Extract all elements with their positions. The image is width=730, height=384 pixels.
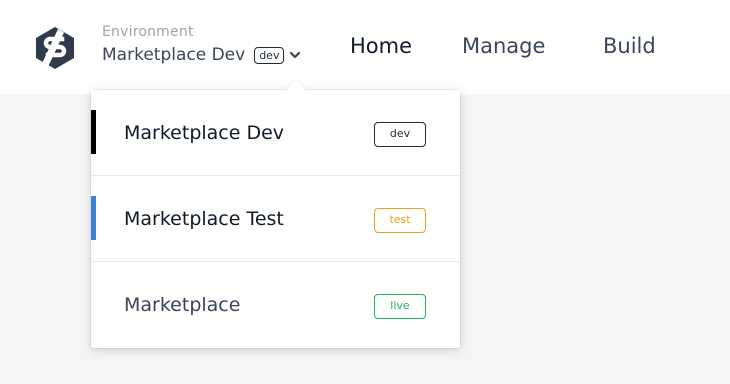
environment-dropdown: Marketplace Dev dev Marketplace Test tes…	[91, 80, 460, 348]
nav-manage[interactable]: Manage	[462, 34, 545, 58]
current-environment-name: Marketplace Dev	[102, 45, 246, 65]
environment-switcher[interactable]: Marketplace Dev dev	[102, 45, 301, 65]
environment-option-badge: dev	[374, 122, 426, 147]
logo-icon[interactable]	[34, 26, 76, 70]
environment-option-test[interactable]: Marketplace Test test	[91, 175, 460, 261]
nav-build[interactable]: Build	[603, 34, 656, 58]
hover-indicator	[91, 196, 96, 240]
environment-option-live[interactable]: Marketplace live	[91, 261, 460, 347]
environment-option-dev[interactable]: Marketplace Dev dev	[91, 90, 460, 175]
environment-label: Environment	[102, 24, 194, 40]
environment-option-name: Marketplace Dev	[124, 122, 285, 144]
environment-option-badge: test	[374, 208, 426, 233]
environment-option-badge: live	[374, 294, 426, 319]
environment-option-name: Marketplace	[124, 294, 241, 316]
top-bar: Environment Marketplace Dev dev Home Man…	[0, 0, 730, 94]
selected-indicator	[91, 110, 96, 154]
nav-home[interactable]: Home	[350, 34, 412, 58]
environment-option-name: Marketplace Test	[124, 208, 284, 230]
chevron-down-icon	[290, 51, 301, 59]
current-environment-badge: dev	[254, 46, 285, 64]
